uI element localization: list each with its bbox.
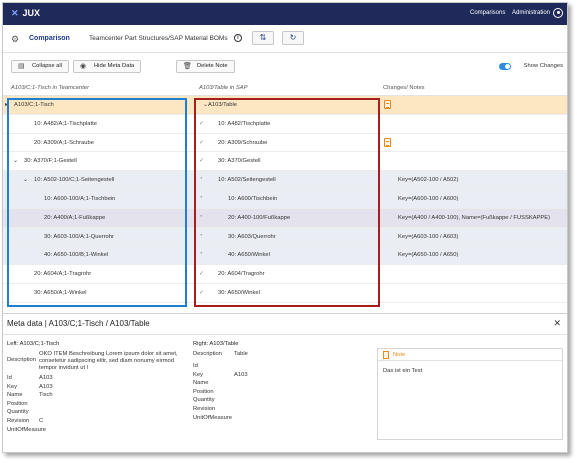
meta-left-label: Id	[7, 375, 12, 381]
meta-right-label: Quantity	[193, 397, 215, 404]
transfer-icon: ⇅	[259, 33, 267, 42]
change-note: Key=(A603-100 / A603)	[398, 233, 459, 240]
note-icon	[383, 351, 389, 359]
meta-left-label: Position	[7, 400, 28, 407]
change-note: Key=(A502-100 / A502)	[398, 177, 459, 184]
show-changes-toggle[interactable]: Show Changes	[499, 63, 563, 70]
collapse-icon: ▤	[18, 63, 25, 70]
refresh-icon: ↻	[289, 33, 297, 42]
change-note: Key=(A400 / A400-100), Name=(Fußkappe / …	[398, 214, 551, 221]
note-box[interactable]: Note Das ist ein Test	[377, 348, 563, 440]
meta-left-label: Revision	[7, 418, 30, 424]
page-title: Comparison	[29, 35, 70, 42]
meta-title: Meta data | A103/C;1-Tisch / A103/Table	[7, 319, 150, 328]
note-document-icon[interactable]	[384, 100, 391, 109]
meta-left-value: A103	[39, 375, 53, 381]
nav-comparisons[interactable]: Comparisons	[470, 10, 505, 16]
meta-right-label: Position	[193, 388, 214, 395]
meta-left-value: OKO ITEM Beschreibung Lorem ipsum dolor …	[39, 351, 178, 371]
meta-right-value: Table	[234, 351, 248, 357]
meta-left-header: Left: A103/C;1-Tisch	[7, 341, 60, 347]
meta-right-label: Description	[193, 351, 222, 357]
meta-left-label: Key	[7, 383, 17, 390]
app-window: ✕ JUX Comparisons Administration ⚙ Compar…	[2, 2, 568, 453]
user-circle-icon[interactable]	[553, 8, 563, 18]
meta-left-label: UnitOfMeasure	[7, 426, 46, 433]
teamcenter-highlight-box	[7, 98, 187, 307]
info-icon[interactable]: i	[234, 34, 242, 42]
app-name: JUX	[22, 8, 41, 18]
note-text[interactable]: Das ist ein Test	[383, 368, 422, 374]
note-label: Note	[393, 352, 406, 358]
trash-icon: 🗑	[183, 63, 192, 70]
note-header: Note	[378, 349, 562, 361]
close-icon[interactable]: ✕	[553, 318, 561, 329]
notes-column-header: Changes/ Notes	[383, 85, 425, 91]
logo-mark-icon: ✕	[11, 8, 19, 18]
toggle-switch[interactable]	[499, 63, 511, 70]
meta-left-value: Tisch	[39, 392, 53, 399]
app-logo[interactable]: ✕ JUX	[11, 8, 40, 19]
meta-left-value: C	[39, 418, 44, 424]
top-bar: ✕ JUX Comparisons Administration	[3, 3, 567, 25]
note-document-icon[interactable]	[384, 137, 391, 147]
delete-note-button[interactable]: 🗑 Delete Note	[176, 60, 235, 73]
show-changes-label: Show Changes	[523, 63, 563, 69]
toolbar: ▤ Collapse all ◉ Hide Meta Data 🗑 Delete No…	[3, 57, 567, 77]
gear-icon[interactable]: ⚙	[11, 34, 19, 45]
nav-administration[interactable]: Administration	[512, 10, 550, 16]
divider	[3, 334, 567, 335]
refresh-button[interactable]: ↻	[282, 31, 304, 45]
meta-left-value: A103	[39, 383, 53, 390]
meta-left-label: Description	[7, 357, 36, 363]
meta-left-label: Name	[7, 392, 23, 399]
sap-highlight-box	[194, 98, 380, 307]
meta-data-panel: Meta data | A103/C;1-Tisch / A103/Table …	[3, 313, 567, 452]
hide-meta-data-button[interactable]: ◉ Hide Meta Data	[73, 60, 142, 73]
breadcrumb: Teamcenter Part Structures/SAP Material …	[89, 35, 228, 42]
change-note: Key=(A650-100 / A650)	[398, 252, 459, 259]
transfer-button[interactable]: ⇅	[252, 31, 274, 45]
delete-note-label: Delete Note	[197, 63, 228, 69]
right-column-header: A103/Table in SAP	[199, 85, 248, 91]
sub-header: ⚙ Comparison Teamcenter Part Structures/…	[3, 25, 567, 53]
meta-right-label: Name	[193, 380, 209, 387]
meta-right-label: UnitOfMeasure	[193, 414, 232, 421]
hide-meta-label: Hide Meta Data	[94, 63, 135, 69]
meta-right-label: Revision	[193, 406, 216, 412]
left-column-header: A103/C;1-Tisch in Teamcenter	[11, 85, 90, 91]
meta-left-label: Quantity	[7, 409, 29, 416]
meta-right-label: Key	[193, 371, 203, 378]
meta-right-label: Id	[193, 363, 198, 369]
eye-off-icon: ◉	[80, 63, 87, 70]
collapse-all-label: Collapse all	[32, 63, 62, 69]
meta-right-value: A103	[234, 371, 248, 378]
change-note: Key=(A600-100 / A600)	[398, 196, 459, 202]
meta-right-header: Right: A103/Table	[193, 341, 239, 347]
collapse-all-button[interactable]: ▤ Collapse all	[11, 60, 69, 73]
